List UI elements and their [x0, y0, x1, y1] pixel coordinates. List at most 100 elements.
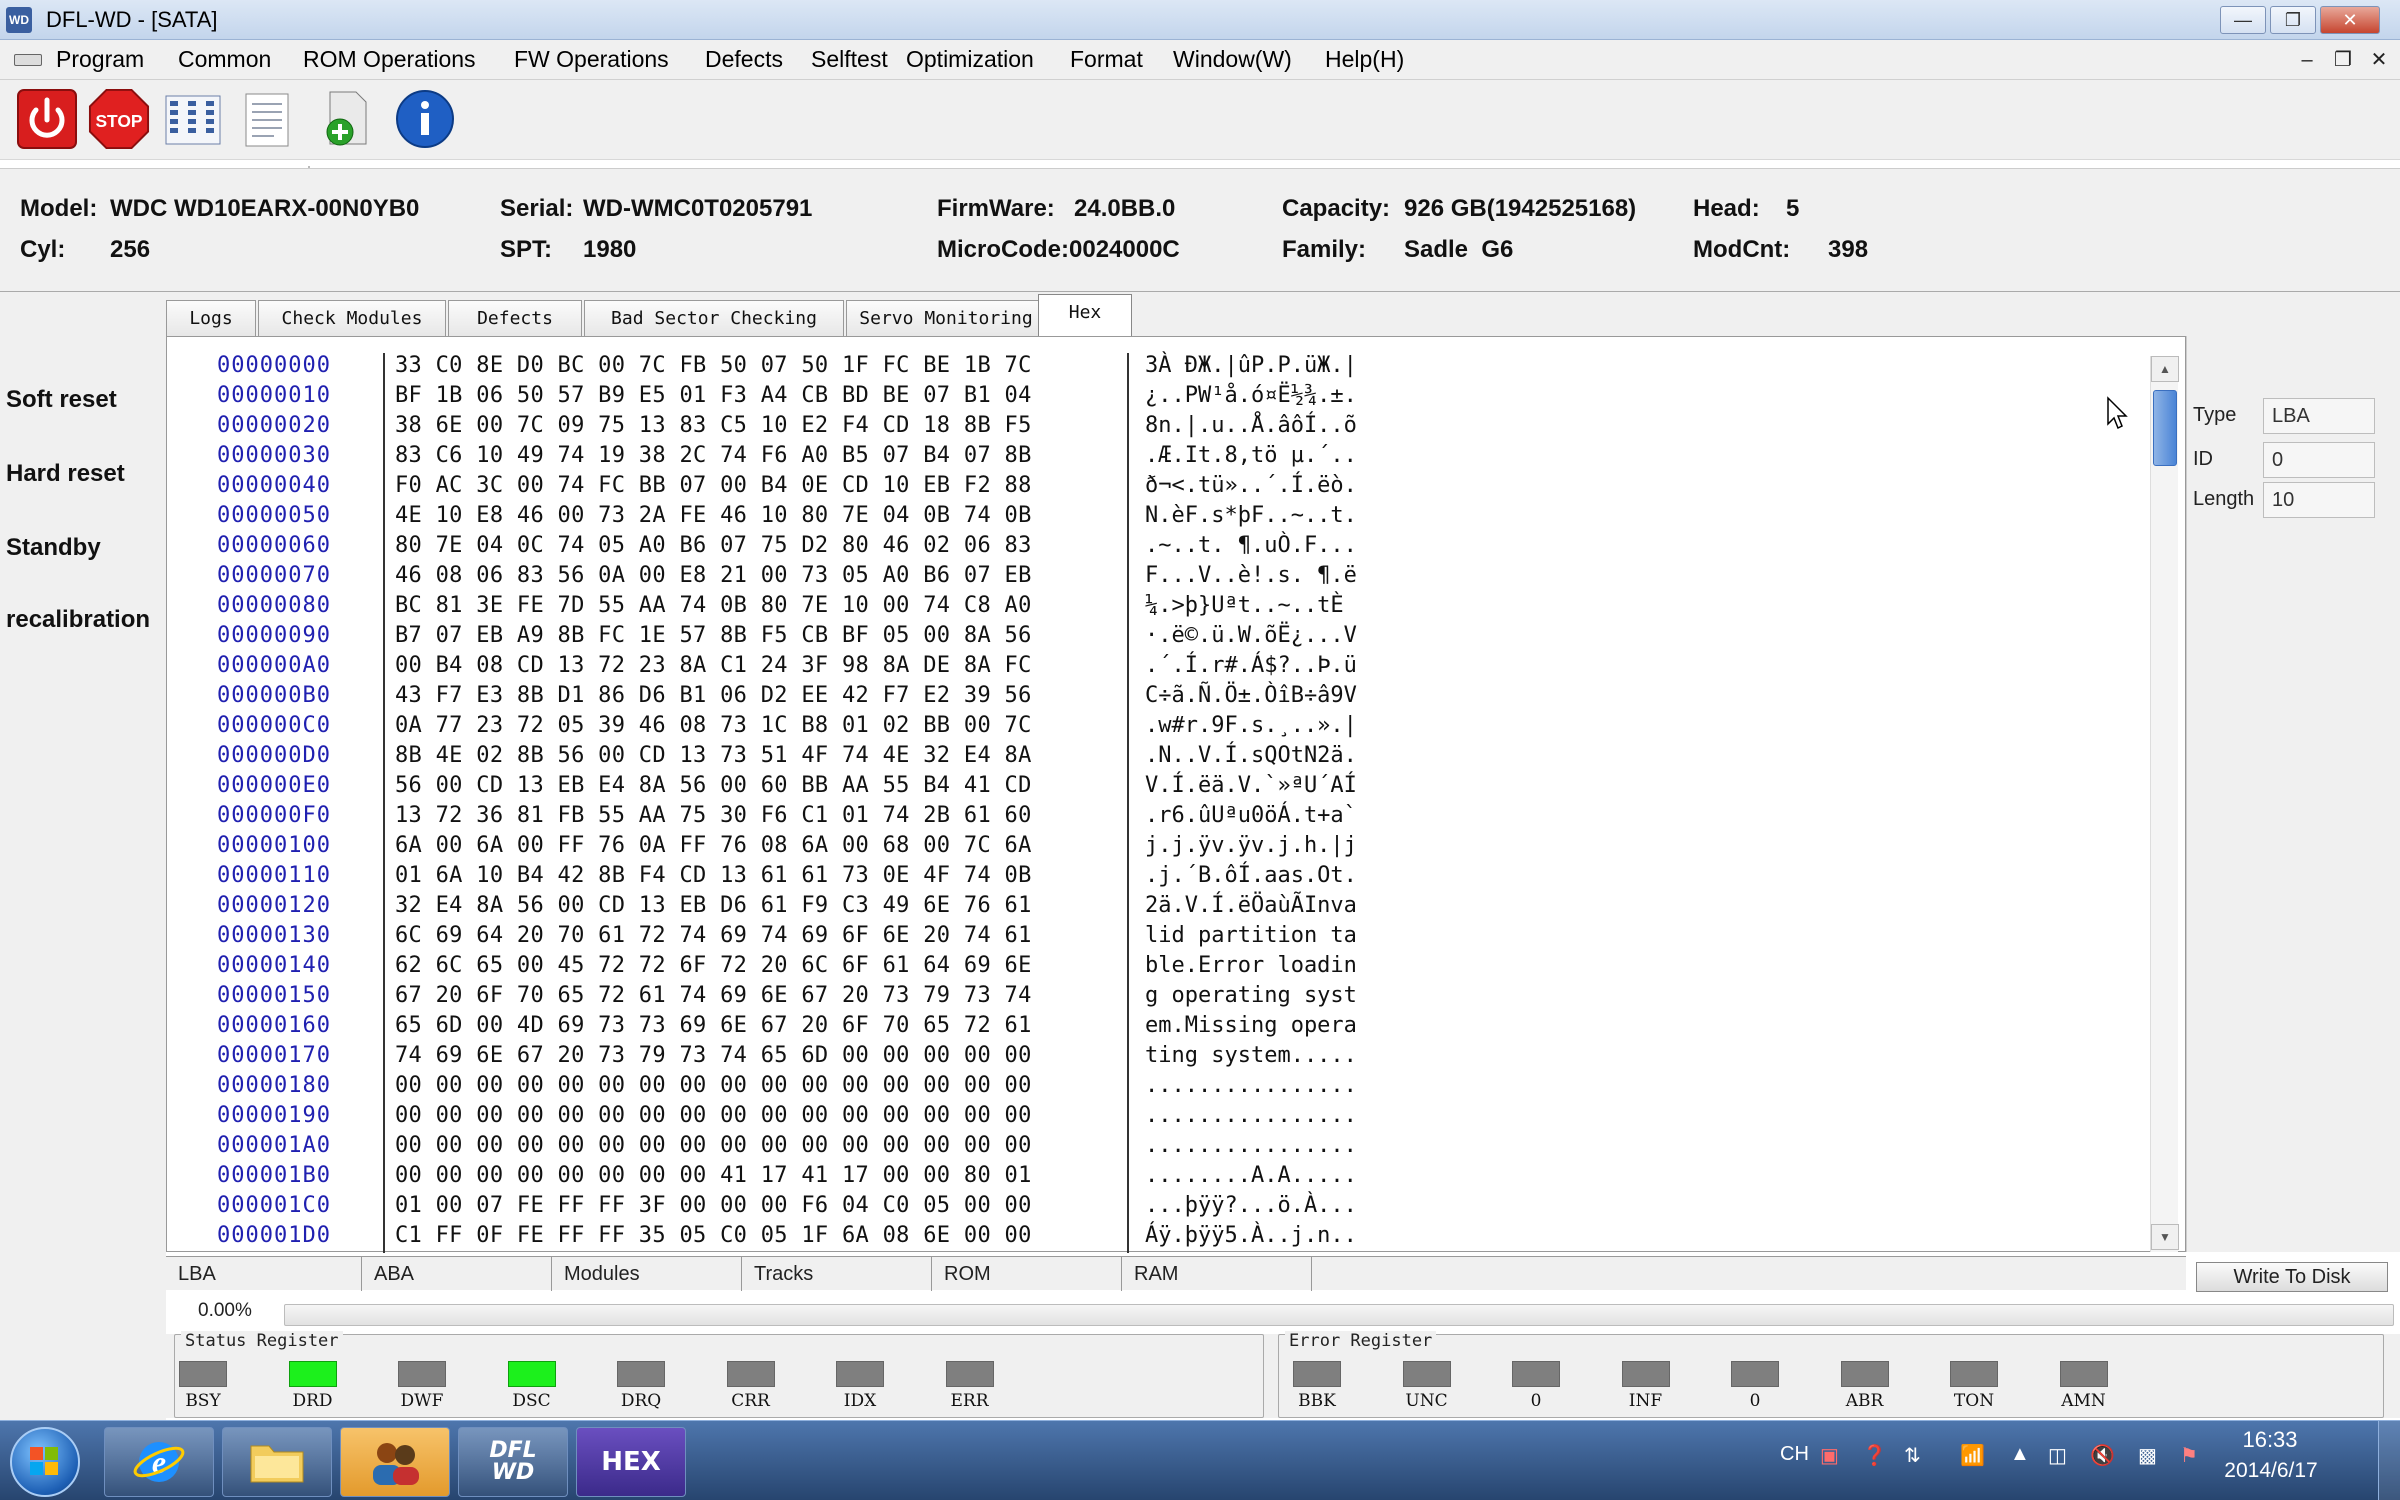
- hex-bytes[interactable]: 00 00 00 00 00 00 00 00 00 00 00 00 00 0…: [395, 1101, 1032, 1131]
- scroll-up-icon[interactable]: ▲: [2151, 356, 2179, 382]
- signal-tray-icon[interactable]: ▩: [2138, 1443, 2157, 1468]
- users-icon[interactable]: [340, 1427, 450, 1497]
- write-to-disk-button[interactable]: Write To Disk: [2196, 1262, 2388, 1292]
- hex-ascii[interactable]: ...þÿÿ?...ö.À...: [1145, 1191, 1357, 1221]
- id-field[interactable]: 0: [2263, 442, 2375, 478]
- menu-defects[interactable]: Defects: [705, 46, 783, 73]
- hex-bytes[interactable]: 80 7E 04 0C 74 05 A0 B6 07 75 D2 80 46 0…: [395, 531, 1032, 561]
- hex-ascii[interactable]: g operating syst: [1145, 981, 1357, 1011]
- hex-bytes[interactable]: BC 81 3E FE 7D 55 AA 74 0B 80 7E 10 00 7…: [395, 591, 1032, 621]
- hex-bytes[interactable]: 62 6C 65 00 45 72 72 6F 72 20 6C 6F 61 6…: [395, 951, 1032, 981]
- hex-row[interactable]: 00000170 74 69 6E 67 20 73 79 73 74 65 6D…: [167, 1041, 2147, 1071]
- hex-row[interactable]: 00000190 00 00 00 00 00 00 00 00 00 00 00…: [167, 1101, 2147, 1131]
- menu-window[interactable]: Window(W): [1173, 46, 1292, 73]
- pdf-tray-icon[interactable]: ▣: [1820, 1443, 1839, 1468]
- hex-row[interactable]: 00000050 4E 10 E8 46 00 73 2A FE 46 10 80…: [167, 501, 2147, 531]
- mdi-restore-icon[interactable]: ❐: [2326, 46, 2360, 74]
- hex-row[interactable]: 00000110 01 6A 10 B4 42 8B F4 CD 13 61 61…: [167, 861, 2147, 891]
- hex-row[interactable]: 000001B0 00 00 00 00 00 00 00 00 41 17 41…: [167, 1161, 2147, 1191]
- dfl-wd-icon[interactable]: DFL WD: [458, 1427, 568, 1497]
- mdi-minimize-icon[interactable]: –: [2290, 46, 2324, 74]
- hex-bytes[interactable]: 00 B4 08 CD 13 72 23 8A C1 24 3F 98 8A D…: [395, 651, 1032, 681]
- hex-row[interactable]: 00000040 F0 AC 3C 00 74 FC BB 07 00 B4 0E…: [167, 471, 2147, 501]
- hex-bytes[interactable]: 00 00 00 00 00 00 00 00 00 00 00 00 00 0…: [395, 1071, 1032, 1101]
- menu-format[interactable]: Format: [1070, 46, 1143, 73]
- hex-row[interactable]: 00000090 B7 07 EB A9 8B FC 1E 57 8B F5 CB…: [167, 621, 2147, 651]
- info-icon[interactable]: [394, 88, 456, 150]
- hard-reset-button[interactable]: Hard reset: [6, 460, 125, 488]
- recalibration-button[interactable]: recalibration: [6, 606, 150, 634]
- vertical-scrollbar[interactable]: ▲ ▼: [2150, 356, 2179, 1252]
- restore-icon[interactable]: ❐: [2270, 6, 2316, 34]
- scroll-down-icon[interactable]: ▼: [2151, 1224, 2179, 1250]
- close-icon[interactable]: ✕: [2320, 6, 2380, 34]
- menu-help[interactable]: Help(H): [1325, 46, 1404, 73]
- hex-row[interactable]: 00000160 65 6D 00 4D 69 73 73 69 6E 67 20…: [167, 1011, 2147, 1041]
- type-field[interactable]: LBA: [2263, 398, 2375, 434]
- hex-row[interactable]: 000000B0 43 F7 E3 8B D1 86 D6 B1 06 D2 EE…: [167, 681, 2147, 711]
- folder-icon[interactable]: [222, 1427, 332, 1497]
- hex-ascii[interactable]: C÷ã.Ñ.Ö±.ÒîB÷â9V: [1145, 681, 1357, 711]
- mode-tracks[interactable]: Tracks: [742, 1257, 932, 1291]
- hex-ascii[interactable]: 2ä.V.Í.ëÖaùÃInva: [1145, 891, 1357, 921]
- hex-row[interactable]: 000000D0 8B 4E 02 8B 56 00 CD 13 73 51 4F…: [167, 741, 2147, 771]
- show-hidden-icons-icon[interactable]: ▲: [2010, 1443, 2030, 1466]
- hex-bytes[interactable]: 65 6D 00 4D 69 73 73 69 6E 67 20 6F 70 6…: [395, 1011, 1032, 1041]
- action-center-icon[interactable]: ⚑: [2180, 1443, 2198, 1468]
- hex-ascii[interactable]: ¼.>þ}Uªt..~..tÈ: [1145, 591, 1357, 621]
- hex-bytes[interactable]: 00 00 00 00 00 00 00 00 00 00 00 00 00 0…: [395, 1131, 1032, 1161]
- hex-bytes[interactable]: BF 1B 06 50 57 B9 E5 01 F3 A4 CB BD BE 0…: [395, 381, 1032, 411]
- hex-bytes[interactable]: 46 08 06 83 56 0A 00 E8 21 00 73 05 A0 B…: [395, 561, 1032, 591]
- soft-reset-button[interactable]: Soft reset: [6, 386, 117, 414]
- hex-row[interactable]: 00000020 38 6E 00 7C 09 75 13 83 C5 10 E2…: [167, 411, 2147, 441]
- hex-bytes[interactable]: 0A 77 23 72 05 39 46 08 73 1C B8 01 02 B…: [395, 711, 1032, 741]
- hex-ascii[interactable]: .j.´B.ôÍ.aas.Ot.: [1145, 861, 1357, 891]
- hex-ascii[interactable]: .w#r.9F.s.¸..».|: [1145, 711, 1357, 741]
- hex-row[interactable]: 000001C0 01 00 07 FE FF FF 3F 00 00 00 F6…: [167, 1191, 2147, 1221]
- hex-ascii[interactable]: em.Missing opera: [1145, 1011, 1357, 1041]
- hex-row[interactable]: 00000030 83 C6 10 49 74 19 38 2C 74 F6 A0…: [167, 441, 2147, 471]
- hex-ascii[interactable]: ................: [1145, 1101, 1357, 1131]
- hex-ascii[interactable]: F...V..è!.s. ¶.ë: [1145, 561, 1357, 591]
- menu-selftest[interactable]: Selftest: [811, 46, 888, 73]
- modules-list-icon[interactable]: [162, 88, 224, 150]
- hex-row[interactable]: 000000E0 56 00 CD 13 EB E4 8A 56 00 60 BB…: [167, 771, 2147, 801]
- mode-lba[interactable]: LBA: [166, 1257, 362, 1291]
- hex-ascii[interactable]: N.èF.s*þF..~..t.: [1145, 501, 1357, 531]
- device-tray-icon[interactable]: ◫: [2048, 1443, 2067, 1468]
- add-file-icon[interactable]: [316, 88, 378, 150]
- tab-hex[interactable]: Hex: [1038, 294, 1132, 338]
- scroll-thumb[interactable]: [2153, 390, 2177, 466]
- hex-row[interactable]: 000001A0 00 00 00 00 00 00 00 00 00 00 00…: [167, 1131, 2147, 1161]
- hex-editor-icon[interactable]: HEX: [576, 1427, 686, 1497]
- hex-bytes[interactable]: 56 00 CD 13 EB E4 8A 56 00 60 BB AA 55 B…: [395, 771, 1032, 801]
- network-tray-icon[interactable]: 📶: [1960, 1443, 1985, 1468]
- mode-rom[interactable]: ROM: [932, 1257, 1122, 1291]
- hex-bytes[interactable]: 00 00 00 00 00 00 00 00 41 17 41 17 00 0…: [395, 1161, 1032, 1191]
- hex-ascii[interactable]: .Æ.It.8,tö µ.´..: [1145, 441, 1357, 471]
- standby-button[interactable]: Standby: [6, 534, 101, 562]
- hex-bytes[interactable]: 8B 4E 02 8B 56 00 CD 13 73 51 4F 74 4E 3…: [395, 741, 1032, 771]
- tab-check-modules[interactable]: Check Modules: [258, 300, 446, 338]
- power-icon[interactable]: [16, 88, 78, 150]
- tab-servo-monitoring[interactable]: Servo Monitoring: [846, 300, 1046, 338]
- hex-bytes[interactable]: 13 72 36 81 FB 55 AA 75 30 F6 C1 01 74 2…: [395, 801, 1032, 831]
- mode-aba[interactable]: ABA: [362, 1257, 552, 1291]
- mode-modules[interactable]: Modules: [552, 1257, 742, 1291]
- hex-row[interactable]: 000000F0 13 72 36 81 FB 55 AA 75 30 F6 C1…: [167, 801, 2147, 831]
- hex-bytes[interactable]: C1 FF 0F FE FF FF 35 05 C0 05 1F 6A 08 6…: [395, 1221, 1032, 1251]
- document-icon[interactable]: [236, 88, 298, 150]
- hex-bytes[interactable]: F0 AC 3C 00 74 FC BB 07 00 B4 0E CD 10 E…: [395, 471, 1032, 501]
- hex-row[interactable]: 00000120 32 E4 8A 56 00 CD 13 EB D6 61 F9…: [167, 891, 2147, 921]
- tools-tray-icon[interactable]: ⇅: [1904, 1443, 1921, 1468]
- hex-ascii[interactable]: .r6.ûUªu0öÁ.t+a`: [1145, 801, 1357, 831]
- hex-ascii[interactable]: lid partition ta: [1145, 921, 1357, 951]
- language-indicator[interactable]: CH: [1780, 1443, 1809, 1466]
- menu-fw-operations[interactable]: FW Operations: [514, 46, 669, 73]
- hex-row[interactable]: 000001D0 C1 FF 0F FE FF FF 35 05 C0 05 1F…: [167, 1221, 2147, 1251]
- start-button[interactable]: [10, 1427, 80, 1497]
- hex-bytes[interactable]: 67 20 6F 70 65 72 61 74 69 6E 67 20 73 7…: [395, 981, 1032, 1011]
- hex-row[interactable]: 00000080 BC 81 3E FE 7D 55 AA 74 0B 80 7E…: [167, 591, 2147, 621]
- hex-ascii[interactable]: Áÿ.þÿÿ5.À..j.n..: [1145, 1221, 1357, 1251]
- stop-icon[interactable]: STOP: [88, 88, 150, 150]
